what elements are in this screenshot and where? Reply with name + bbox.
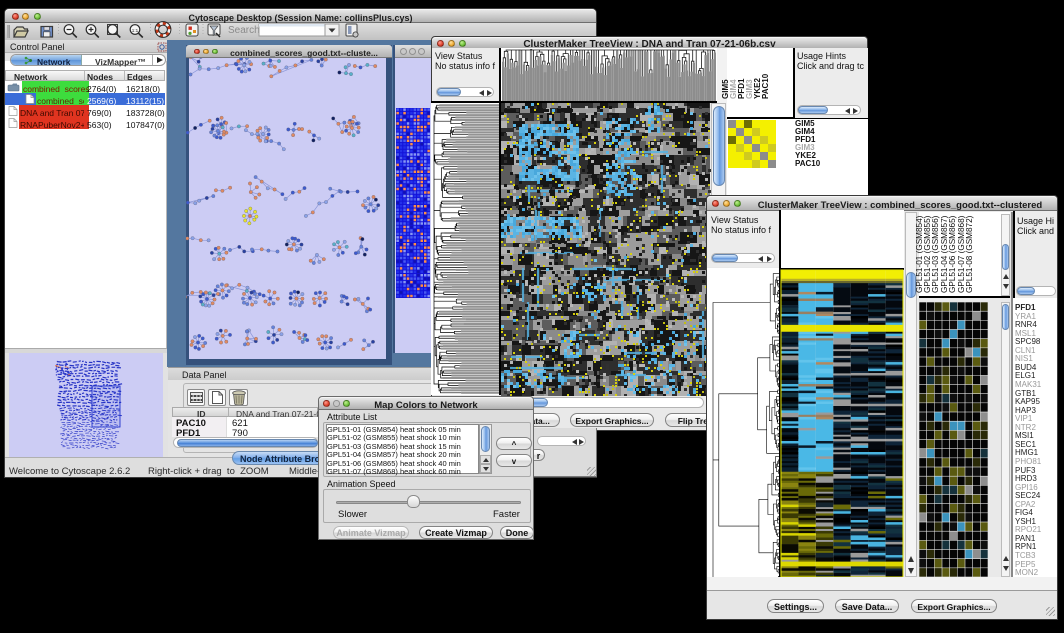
svg-text:Search:: Search: — [228, 25, 262, 36]
